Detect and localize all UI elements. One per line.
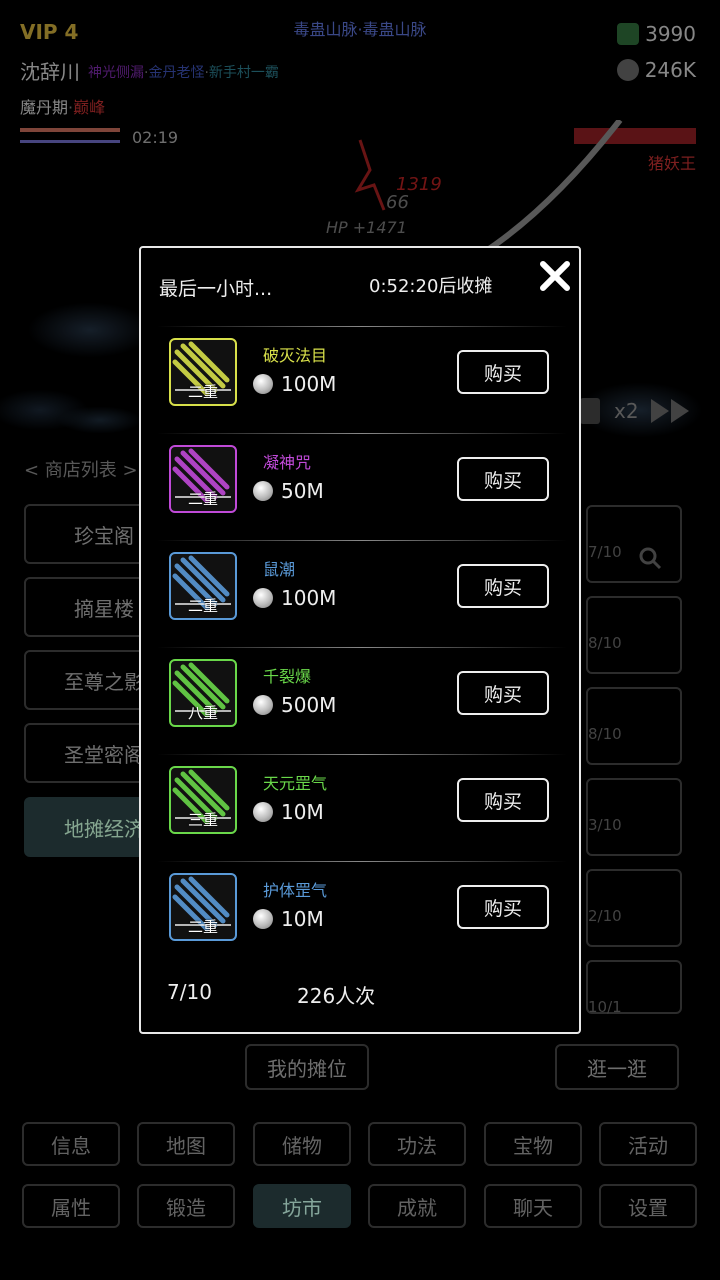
silver-coin-icon xyxy=(253,374,273,394)
row-divider xyxy=(157,540,567,541)
close-countdown: 0:52:20后收摊 xyxy=(369,276,493,297)
item-tier: 二重 xyxy=(187,918,218,936)
buy-button[interactable]: 购买 xyxy=(457,350,549,394)
item-icon-frame[interactable]: 二重 xyxy=(169,873,237,941)
silver-coin-icon xyxy=(253,481,273,501)
item-price: 10M xyxy=(281,907,324,931)
item-name: 千裂爆 xyxy=(263,667,312,686)
item-row: 二重 护体罡气 10M 购买 xyxy=(157,861,567,965)
buy-button[interactable]: 购买 xyxy=(457,885,549,929)
item-icon-frame[interactable]: 二重 xyxy=(169,445,237,513)
item-tier: 二重 xyxy=(187,597,218,615)
stock-count: 7/10 xyxy=(167,980,212,1004)
visitor-count: 226人次 xyxy=(297,984,376,1008)
stall-modal: 最后一小时... 0:52:20后收摊 二重 破灭法目 100M 购买 二重 凝神咒 50M… xyxy=(139,246,581,1034)
item-price: 50M xyxy=(281,479,324,503)
buy-button[interactable]: 购买 xyxy=(457,564,549,608)
item-price: 100M xyxy=(281,372,337,396)
item-name: 天元罡气 xyxy=(263,774,328,793)
item-tier: 三重 xyxy=(187,811,218,829)
row-divider xyxy=(157,754,567,755)
item-tier: 二重 xyxy=(187,490,218,508)
row-divider xyxy=(157,647,567,648)
close-icon[interactable] xyxy=(537,258,573,294)
item-name: 破灭法目 xyxy=(263,346,328,365)
silver-coin-icon xyxy=(253,695,273,715)
item-icon-frame[interactable]: 二重 xyxy=(169,338,237,406)
item-row: 二重 凝神咒 50M 购买 xyxy=(157,433,567,537)
item-row: 三重 天元罡气 10M 购买 xyxy=(157,754,567,858)
silver-coin-icon xyxy=(253,909,273,929)
item-row: 八重 千裂爆 500M 购买 xyxy=(157,647,567,751)
item-icon-frame[interactable]: 八重 xyxy=(169,659,237,727)
item-price: 10M xyxy=(281,800,324,824)
item-row: 二重 鼠潮 100M 购买 xyxy=(157,540,567,644)
item-name: 护体罡气 xyxy=(263,881,328,900)
item-icon-frame[interactable]: 二重 xyxy=(169,552,237,620)
buy-button[interactable]: 购买 xyxy=(457,671,549,715)
silver-coin-icon xyxy=(253,802,273,822)
silver-coin-icon xyxy=(253,588,273,608)
buy-button[interactable]: 购买 xyxy=(457,457,549,501)
modal-title: 最后一小时... xyxy=(159,278,273,300)
item-row: 二重 破灭法目 100M 购买 xyxy=(157,326,567,430)
item-price: 100M xyxy=(281,586,337,610)
item-price: 500M xyxy=(281,693,337,717)
buy-button[interactable]: 购买 xyxy=(457,778,549,822)
item-icon-frame[interactable]: 三重 xyxy=(169,766,237,834)
item-name: 鼠潮 xyxy=(263,560,296,579)
item-tier: 二重 xyxy=(187,383,218,401)
row-divider xyxy=(157,433,567,434)
item-name: 凝神咒 xyxy=(263,453,312,472)
item-tier: 八重 xyxy=(187,704,218,722)
row-divider xyxy=(157,861,567,862)
row-divider xyxy=(157,326,567,327)
